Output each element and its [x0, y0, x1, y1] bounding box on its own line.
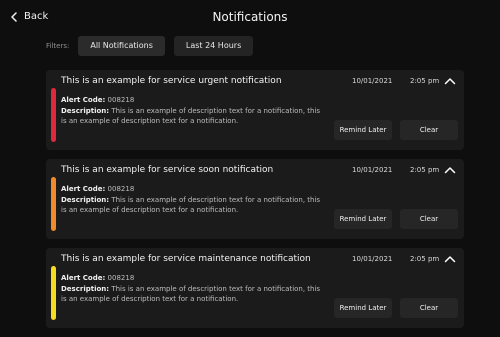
collapse-chevron-up-icon[interactable] — [444, 77, 456, 85]
notification-time: 2:05 pm — [410, 77, 440, 85]
filters-label: Filters: — [46, 42, 70, 50]
alert-code: Alert Code: 008218 — [61, 274, 134, 282]
alert-code-value: 008218 — [107, 185, 135, 193]
alert-code: Alert Code: 008218 — [61, 185, 134, 193]
notification-date: 10/01/2021 — [352, 166, 393, 174]
notification-time: 2:05 pm — [410, 166, 440, 174]
alert-code-value: 008218 — [107, 274, 135, 282]
severity-stripe — [51, 177, 56, 231]
notification-time: 2:05 pm — [410, 255, 440, 263]
clear-button[interactable]: Clear — [400, 209, 458, 229]
description: Description: This is an example of descr… — [61, 195, 326, 215]
collapse-chevron-up-icon[interactable] — [444, 255, 456, 263]
description: Description: This is an example of descr… — [61, 284, 326, 304]
alert-code-label: Alert Code: — [61, 185, 106, 193]
description-label: Description: — [61, 285, 110, 293]
notification-title: This is an example for service urgent no… — [61, 76, 282, 86]
header-bar: Back Notifications — [0, 0, 500, 36]
severity-stripe — [51, 266, 56, 320]
remind-later-button[interactable]: Remind Later — [334, 209, 392, 229]
page-title: Notifications — [212, 10, 288, 24]
alert-code: Alert Code: 008218 — [61, 96, 134, 104]
clear-button[interactable]: Clear — [400, 298, 458, 318]
notification-date: 10/01/2021 — [352, 255, 393, 263]
notification-card-soon: This is an example for service soon noti… — [46, 159, 464, 239]
collapse-chevron-up-icon[interactable] — [444, 166, 456, 174]
description-label: Description: — [61, 196, 110, 204]
notification-card-maintenance: This is an example for service maintenan… — [46, 248, 464, 328]
notification-list: This is an example for service urgent no… — [46, 70, 464, 337]
notification-card-urgent: This is an example for service urgent no… — [46, 70, 464, 150]
alert-code-value: 008218 — [107, 96, 135, 104]
clear-button[interactable]: Clear — [400, 120, 458, 140]
description: Description: This is an example of descr… — [61, 106, 326, 126]
severity-stripe — [51, 88, 56, 142]
remind-later-button[interactable]: Remind Later — [334, 120, 392, 140]
alert-code-label: Alert Code: — [61, 96, 106, 104]
notification-title: This is an example for service maintenan… — [61, 254, 311, 264]
description-label: Description: — [61, 107, 110, 115]
filter-last-24-hours[interactable]: Last 24 Hours — [173, 36, 254, 56]
filters-bar: Filters: All Notifications Last 24 Hours — [46, 36, 254, 56]
notification-date: 10/01/2021 — [352, 77, 393, 85]
notification-title: This is an example for service soon noti… — [61, 165, 274, 175]
alert-code-label: Alert Code: — [61, 274, 106, 282]
remind-later-button[interactable]: Remind Later — [334, 298, 392, 318]
filter-all-notifications[interactable]: All Notifications — [78, 36, 165, 56]
